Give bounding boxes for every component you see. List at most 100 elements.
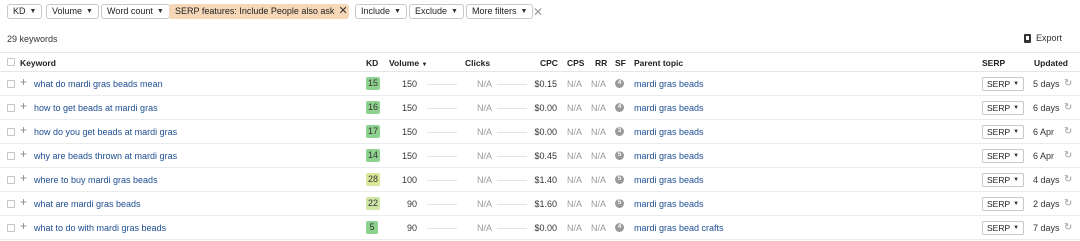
keyword-link[interactable]: what are mardi gras beads	[34, 199, 141, 209]
column-kd[interactable]: KD	[366, 58, 378, 68]
updated-value: 2 days	[1033, 199, 1060, 209]
parent-topic-link[interactable]: mardi gras beads	[634, 103, 704, 113]
column-volume[interactable]: Volume ▼	[389, 58, 427, 68]
more-filters-button[interactable]: More filters ▼	[466, 4, 534, 19]
serp-button[interactable]: SERP ▼	[982, 149, 1025, 163]
serp-button-label: SERP	[987, 127, 1011, 137]
row-checkbox[interactable]	[7, 128, 15, 136]
filter-bar: KD ▼ Volume ▼ Word count ▼ SERP features…	[0, 0, 1080, 24]
keyword-link[interactable]: where to buy mardi gras beads	[34, 175, 158, 185]
add-to-list-icon[interactable]: +	[20, 148, 27, 160]
include-filter-button[interactable]: Include ▼	[355, 4, 407, 19]
caret-down-icon: ▼	[451, 8, 458, 15]
serp-features-filter-button[interactable]: SERP features: Include People also ask ✕	[169, 4, 349, 19]
column-updated[interactable]: Updated	[1034, 58, 1068, 68]
serp-button[interactable]: SERP ▼	[982, 221, 1025, 235]
serp-button-label: SERP	[987, 199, 1011, 209]
serp-features-count[interactable]: 5	[615, 151, 624, 160]
serp-features-count[interactable]: 4	[615, 79, 624, 88]
sort-desc-icon: ▼	[421, 62, 428, 68]
serp-button[interactable]: SERP ▼	[982, 77, 1025, 91]
keyword-link[interactable]: what to do with mardi gras beads	[34, 223, 166, 233]
volume-trend-line	[427, 108, 457, 109]
row-checkbox[interactable]	[7, 80, 15, 88]
kd-filter-button[interactable]: KD ▼	[7, 4, 43, 19]
add-to-list-icon[interactable]: +	[20, 76, 27, 88]
column-keyword[interactable]: Keyword	[20, 58, 56, 68]
serp-button[interactable]: SERP ▼	[982, 101, 1025, 115]
keyword-link[interactable]: why are beads thrown at mardi gras	[34, 151, 177, 161]
caret-down-icon: ▼	[1013, 81, 1020, 87]
add-to-list-icon[interactable]: +	[20, 100, 27, 112]
row-checkbox[interactable]	[7, 200, 15, 208]
serp-button[interactable]: SERP ▼	[982, 173, 1025, 187]
cpc-value: $0.00	[534, 127, 557, 137]
refresh-icon[interactable]: ↻	[1064, 78, 1072, 89]
exclude-filter-button[interactable]: Exclude ▼	[409, 4, 464, 19]
column-cps[interactable]: CPS	[567, 58, 584, 68]
serp-features-count[interactable]: 5	[615, 199, 624, 208]
parent-topic-link[interactable]: mardi gras beads	[634, 175, 704, 185]
clicks-value: N/A	[476, 103, 492, 113]
row-checkbox[interactable]	[7, 152, 15, 160]
keyword-link[interactable]: how do you get beads at mardi gras	[34, 127, 177, 137]
parent-topic-link[interactable]: mardi gras beads	[634, 199, 704, 209]
caret-down-icon: ▼	[156, 8, 164, 15]
clear-filters-icon[interactable]: ✕	[533, 5, 543, 19]
column-rr[interactable]: RR	[595, 58, 607, 68]
column-clicks[interactable]: Clicks	[465, 58, 490, 68]
parent-topic-link[interactable]: mardi gras beads	[634, 127, 704, 137]
kd-badge: 22	[366, 197, 381, 210]
cps-value: N/A	[566, 199, 582, 209]
keyword-link[interactable]: how to get beads at mardi gras	[34, 103, 158, 113]
volume-filter-button[interactable]: Volume ▼	[46, 4, 99, 19]
cpc-value: $0.00	[534, 103, 557, 113]
serp-button-label: SERP	[987, 151, 1011, 161]
serp-features-count[interactable]: 3	[615, 127, 624, 136]
column-serp[interactable]: SERP	[982, 58, 1005, 68]
exclude-filter-label: Exclude	[415, 6, 448, 16]
add-to-list-icon[interactable]: +	[20, 124, 27, 136]
cpc-value: $1.60	[534, 199, 557, 209]
refresh-icon[interactable]: ↻	[1064, 150, 1072, 161]
parent-topic-link[interactable]: mardi gras bead crafts	[634, 223, 724, 233]
serp-features-filter-label: SERP features: Include People also ask	[175, 6, 335, 16]
add-to-list-icon[interactable]: +	[20, 220, 27, 232]
word-count-filter-button[interactable]: Word count ▼	[101, 4, 170, 19]
row-checkbox[interactable]	[7, 224, 15, 232]
serp-features-count[interactable]: 4	[615, 103, 624, 112]
refresh-icon[interactable]: ↻	[1064, 174, 1072, 185]
parent-topic-link[interactable]: mardi gras beads	[634, 151, 704, 161]
parent-topic-link[interactable]: mardi gras beads	[634, 79, 704, 89]
refresh-icon[interactable]: ↻	[1064, 198, 1072, 209]
refresh-icon[interactable]: ↻	[1064, 126, 1072, 137]
keyword-link[interactable]: what do mardi gras beads mean	[34, 79, 163, 89]
volume-trend-line	[427, 84, 457, 85]
caret-down-icon: ▼	[1013, 129, 1020, 135]
export-icon	[1024, 33, 1031, 43]
row-checkbox[interactable]	[7, 104, 15, 112]
row-checkbox[interactable]	[7, 176, 15, 184]
serp-features-count[interactable]: 4	[615, 223, 624, 232]
add-to-list-icon[interactable]: +	[20, 172, 27, 184]
add-to-list-icon[interactable]: +	[20, 196, 27, 208]
table-row: + how to get beads at mardi gras 16 150 N/A $…	[0, 96, 1080, 120]
volume-value: 90	[406, 223, 417, 233]
column-sf[interactable]: SF	[615, 58, 626, 68]
select-all-checkbox[interactable]	[7, 58, 15, 66]
serp-features-count[interactable]: 5	[615, 175, 624, 184]
rr-value: N/A	[590, 151, 606, 161]
column-volume-label: Volume	[389, 58, 420, 68]
volume-trend-line	[427, 156, 457, 157]
remove-filter-icon[interactable]: ✕	[338, 6, 347, 17]
clicks-trend-line	[497, 108, 527, 109]
clicks-value: N/A	[476, 79, 492, 89]
serp-button[interactable]: SERP ▼	[982, 125, 1025, 139]
refresh-icon[interactable]: ↻	[1064, 222, 1072, 233]
column-cpc[interactable]: CPC	[540, 58, 558, 68]
column-parent-topic[interactable]: Parent topic	[634, 58, 683, 68]
export-button[interactable]: Export	[1024, 33, 1062, 43]
refresh-icon[interactable]: ↻	[1064, 102, 1072, 113]
serp-button[interactable]: SERP ▼	[982, 197, 1025, 211]
kd-badge: 28	[366, 173, 381, 186]
